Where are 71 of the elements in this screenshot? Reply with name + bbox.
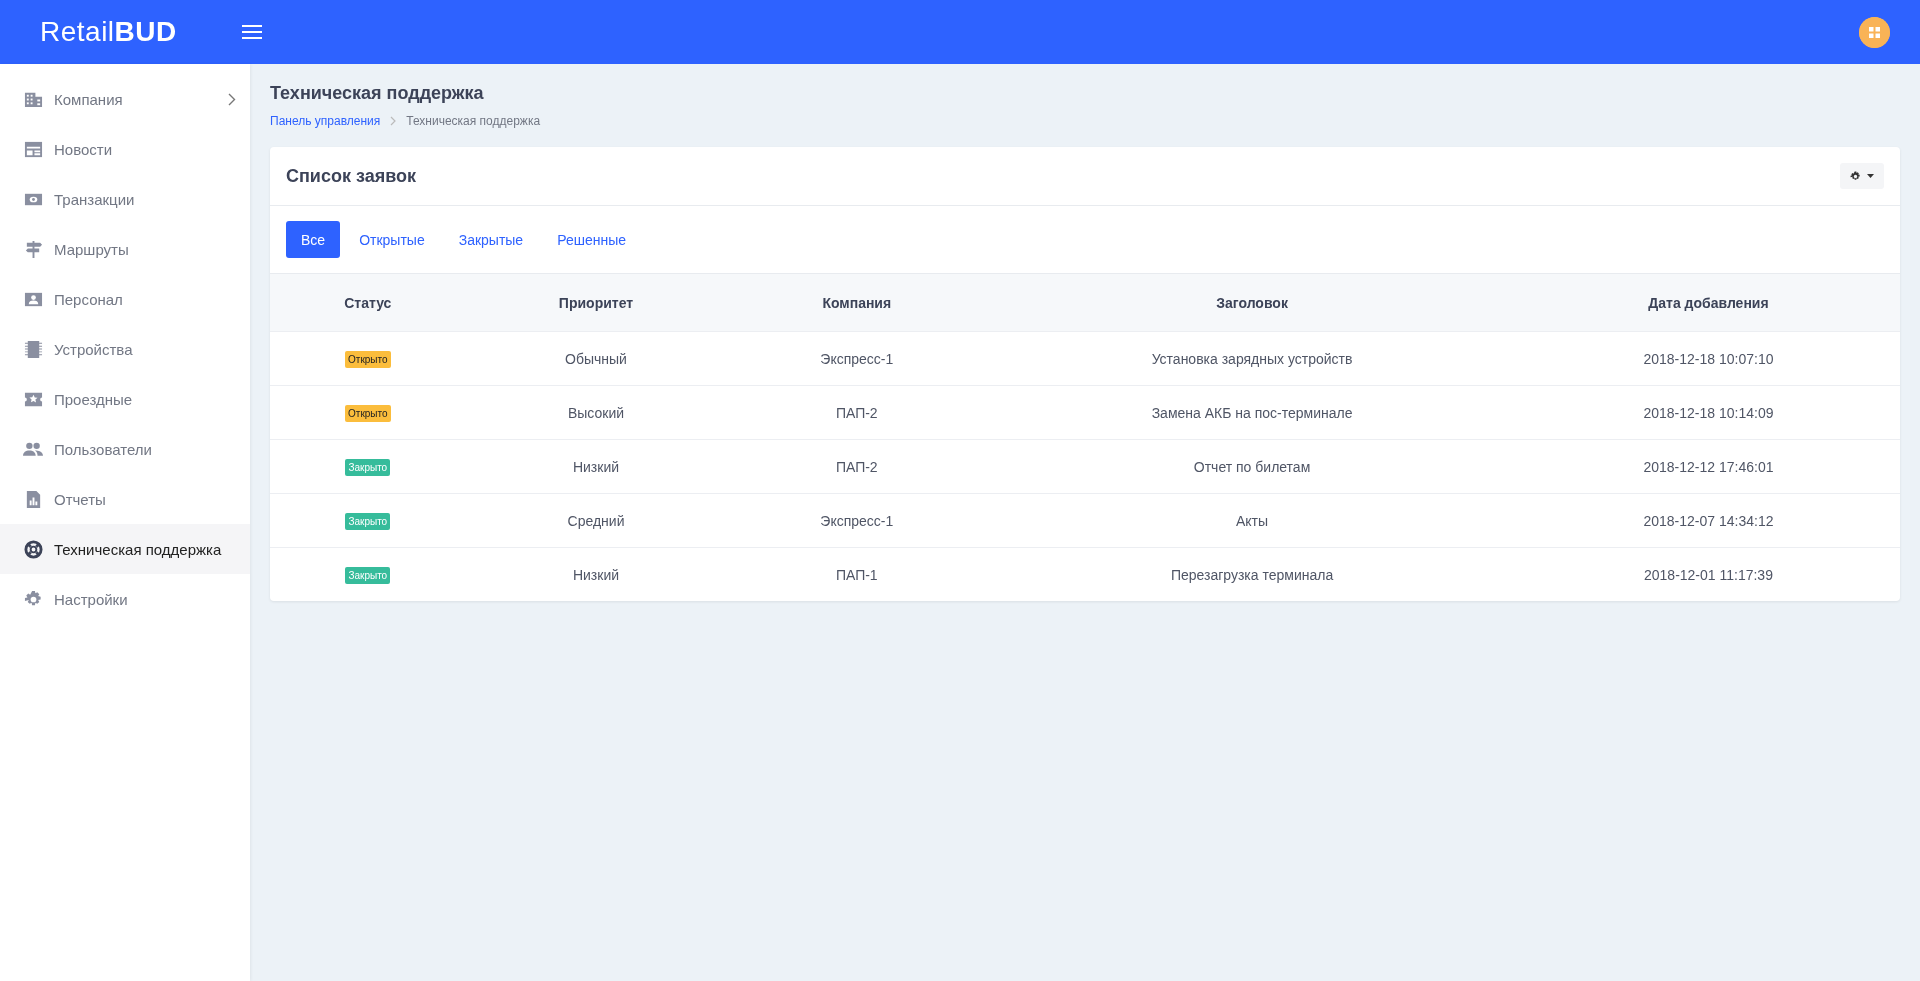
table-cell: Низкий — [465, 439, 727, 494]
sidebar-item[interactable]: Компания — [0, 74, 250, 124]
sidebar-item[interactable]: Транзакции — [0, 174, 250, 224]
table-cell: Обычный — [465, 331, 727, 386]
sidebar-icon — [23, 239, 43, 259]
sidebar-item[interactable]: Новости — [0, 124, 250, 174]
table-cell: Перезагрузка терминала — [987, 547, 1517, 601]
table-cell: 2018-12-12 17:46:01 — [1516, 439, 1900, 494]
chevron-right-icon — [390, 116, 397, 126]
status-badge: Закрыто — [345, 566, 391, 584]
table-cell: Экспресс-1 — [726, 331, 988, 386]
sidebar-label: Устройства — [54, 340, 133, 358]
table-cell: 2018-12-18 10:07:10 — [1516, 331, 1900, 386]
column-header: Статус — [270, 274, 466, 332]
column-header: Дата добавления — [1516, 274, 1900, 332]
sidebar-item[interactable]: Пользователи — [0, 424, 250, 474]
status-badge: Открыто — [345, 404, 391, 422]
gear-icon — [1850, 170, 1861, 182]
column-header: Приоритет — [465, 274, 727, 332]
table-cell: 2018-12-07 14:34:12 — [1516, 493, 1900, 548]
table-cell: ПАП-2 — [726, 439, 988, 494]
sidebar-item[interactable]: Устройства — [0, 324, 250, 374]
table-cell: 2018-12-18 10:14:09 — [1516, 385, 1900, 440]
sidebar-icon — [23, 339, 43, 359]
filter-tab[interactable]: Закрытые — [443, 221, 539, 258]
breadcrumb-current: Техническая поддержка — [406, 114, 541, 128]
table-cell: Средний — [465, 493, 727, 548]
sidebar-item[interactable]: Техническая поддержка — [0, 524, 250, 574]
sidebar-label: Техническая поддержка — [54, 540, 222, 558]
logo: RetailBUD — [39, 16, 178, 48]
breadcrumb-link[interactable]: Панель управления — [270, 114, 381, 128]
sidebar-item[interactable]: Персонал — [0, 274, 250, 324]
table-cell: Высокий — [465, 385, 727, 440]
settings-dropdown-button[interactable] — [1840, 163, 1884, 189]
filter-tab[interactable]: Открытые — [344, 221, 440, 258]
status-badge: Закрыто — [345, 458, 391, 476]
sidebar-item[interactable]: Маршруты — [0, 224, 250, 274]
table-cell: Установка зарядных устройств — [987, 331, 1517, 386]
column-header: Компания — [726, 274, 988, 332]
table-cell: 2018-12-01 11:17:39 — [1516, 547, 1900, 601]
sidebar-label: Транзакции — [54, 190, 135, 208]
status-badge: Закрыто — [345, 512, 391, 530]
table-cell: ПАП-1 — [726, 547, 988, 601]
sidebar-item[interactable]: Проездные — [0, 374, 250, 424]
table-cell: Акты — [987, 493, 1517, 548]
sidebar-label: Пользователи — [54, 440, 152, 458]
table-cell: Замена АКБ на пос-терминале — [987, 385, 1517, 440]
sidebar-label: Отчеты — [54, 490, 106, 508]
sidebar-item[interactable]: Отчеты — [0, 474, 250, 524]
sidebar-label: Компания — [54, 90, 123, 108]
page-title: Техническая поддержка — [270, 83, 485, 104]
sidebar-icon — [23, 539, 43, 559]
filter-tab[interactable]: Решенные — [542, 221, 641, 258]
caret-icon — [1867, 174, 1874, 178]
sidebar-item[interactable]: Настройки — [0, 574, 250, 624]
status-badge: Открыто — [345, 350, 391, 368]
avatar[interactable] — [1859, 16, 1890, 48]
sidebar-label: Маршруты — [54, 240, 129, 258]
sidebar-label: Новости — [54, 140, 113, 158]
table-cell: Низкий — [465, 547, 727, 601]
sidebar-icon — [23, 139, 43, 159]
table-cell: Экспресс-1 — [726, 493, 988, 548]
sidebar-label: Настройки — [54, 590, 128, 608]
table-cell: Отчет по билетам — [987, 439, 1517, 494]
table-cell: ПАП-2 — [726, 385, 988, 440]
chevron-right-icon — [228, 92, 236, 106]
sidebar-label: Проездные — [54, 390, 133, 408]
filter-tab[interactable]: Все — [286, 221, 341, 258]
sidebar-label: Персонал — [54, 290, 123, 308]
card-title: Список заявок — [286, 165, 416, 187]
column-header: Заголовок — [987, 274, 1517, 332]
